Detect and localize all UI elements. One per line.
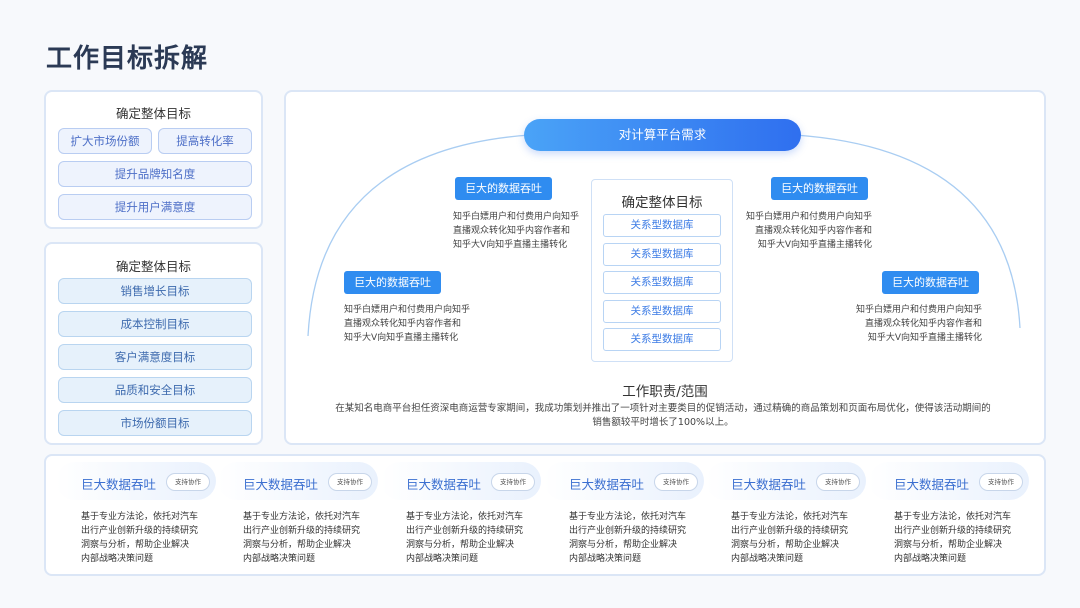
throughput-tag: 巨大的数据吞吐 — [771, 177, 868, 200]
capability-card: 巨大数据吞吐 支持协作 基于专业方法论，依托对汽车 出行产业创新升级的持续研究 洞察… — [869, 462, 1029, 572]
database-item[interactable]: 关系型数据库 — [603, 243, 721, 266]
database-item[interactable]: 关系型数据库 — [603, 328, 721, 351]
throughput-tag: 巨大的数据吞吐 — [344, 271, 441, 294]
card-description: 基于专业方法论，依托对汽车 出行产业创新升级的持续研究 洞察与分析，帮助企业解决 内部… — [243, 512, 361, 564]
card-title: 巨大数据吞吐 — [894, 477, 970, 492]
throughput-description: 知乎白嫖用户和付费用户向知乎 直播观众转化知乎内容作者和 知乎大V向知乎直播主播… — [856, 305, 983, 343]
card-title: 巨大数据吞吐 — [406, 477, 482, 492]
database-item[interactable]: 关系型数据库 — [603, 271, 721, 294]
target-item[interactable]: 市场份额目标 — [58, 410, 252, 436]
capability-card: 巨大数据吞吐 支持协作 基于专业方法论，依托对汽车 出行产业创新升级的持续研究 洞察… — [381, 462, 541, 572]
card-description: 基于专业方法论，依托对汽车 出行产业创新升级的持续研究 洞察与分析，帮助企业解决 内部… — [406, 512, 524, 564]
card-title: 巨大数据吞吐 — [81, 477, 157, 492]
throughput-tag: 巨大的数据吞吐 — [455, 177, 552, 200]
card-title: 巨大数据吞吐 — [731, 477, 807, 492]
database-item[interactable]: 关系型数据库 — [603, 214, 721, 237]
collab-badge[interactable]: 支持协作 — [491, 473, 535, 491]
center-goal-title: 确定整体目标 — [621, 195, 703, 211]
capability-card: 巨大数据吞吐 支持协作 基于专业方法论，依托对汽车 出行产业创新升级的持续研究 洞察… — [544, 462, 704, 572]
scope-description: 在某知名电商平台担任资深电商运营专家期间，我成功策划并推出了一项针对主要类目的促… — [335, 403, 991, 428]
target-item[interactable]: 成本控制目标 — [58, 311, 252, 337]
goal-item[interactable]: 提高转化率 — [158, 128, 252, 154]
capability-card: 巨大数据吞吐 支持协作 基于专业方法论，依托对汽车 出行产业创新升级的持续研究 洞察… — [56, 462, 216, 572]
collab-badge[interactable]: 支持协作 — [166, 473, 210, 491]
capability-card: 巨大数据吞吐 支持协作 基于专业方法论，依托对汽车 出行产业创新升级的持续研究 洞察… — [706, 462, 866, 572]
goal-item[interactable]: 扩大市场份额 — [58, 128, 152, 154]
scope-title: 工作职责/范围 — [622, 384, 708, 400]
compute-demand-bar: 对计算平台需求 — [524, 119, 801, 151]
card-description: 基于专业方法论，依托对汽车 出行产业创新升级的持续研究 洞察与分析，帮助企业解决 内部… — [569, 512, 687, 564]
center-goal-box: 确定整体目标 关系型数据库 关系型数据库 关系型数据库 关系型数据库 关系型数据… — [591, 179, 733, 362]
page-title: 工作目标拆解 — [46, 44, 209, 74]
target-item[interactable]: 销售增长目标 — [58, 278, 252, 304]
card-title: 巨大数据吞吐 — [243, 477, 319, 492]
target-item[interactable]: 客户满意度目标 — [58, 344, 252, 370]
throughput-description: 知乎白嫖用户和付费用户向知乎 直播观众转化知乎内容作者和 知乎大V向知乎直播主播… — [344, 305, 471, 343]
throughput-description: 知乎白嫖用户和付费用户向知乎 直播观众转化知乎内容作者和 知乎大V向知乎直播主播… — [453, 212, 580, 250]
collab-badge[interactable]: 支持协作 — [979, 473, 1023, 491]
targets-panel-title: 确定整体目标 — [115, 259, 191, 274]
goal-item[interactable]: 提升品牌知名度 — [58, 161, 252, 187]
card-description: 基于专业方法论，依托对汽车 出行产业创新升级的持续研究 洞察与分析，帮助企业解决 内部… — [731, 512, 849, 564]
goals-panel: 确定整体目标 扩大市场份额 提高转化率 提升品牌知名度 提升用户满意度 — [44, 90, 263, 229]
goal-item[interactable]: 提升用户满意度 — [58, 194, 252, 220]
card-description: 基于专业方法论，依托对汽车 出行产业创新升级的持续研究 洞察与分析，帮助企业解决 内部… — [81, 512, 199, 564]
collab-badge[interactable]: 支持协作 — [328, 473, 372, 491]
target-item[interactable]: 品质和安全目标 — [58, 377, 252, 403]
capability-card: 巨大数据吞吐 支持协作 基于专业方法论，依托对汽车 出行产业创新升级的持续研究 洞察… — [218, 462, 378, 572]
collab-badge[interactable]: 支持协作 — [654, 473, 698, 491]
throughput-description: 知乎白嫖用户和付费用户向知乎 直播观众转化知乎内容作者和 知乎大V向知乎直播主播… — [746, 212, 873, 250]
throughput-tag: 巨大的数据吞吐 — [882, 271, 979, 294]
goals-panel-title: 确定整体目标 — [115, 106, 191, 121]
targets-panel: 确定整体目标 销售增长目标 成本控制目标 客户满意度目标 品质和安全目标 市场份… — [44, 242, 263, 445]
card-title: 巨大数据吞吐 — [569, 477, 645, 492]
collab-badge[interactable]: 支持协作 — [816, 473, 860, 491]
database-item[interactable]: 关系型数据库 — [603, 300, 721, 323]
card-description: 基于专业方法论，依托对汽车 出行产业创新升级的持续研究 洞察与分析，帮助企业解决 内部… — [894, 512, 1012, 564]
